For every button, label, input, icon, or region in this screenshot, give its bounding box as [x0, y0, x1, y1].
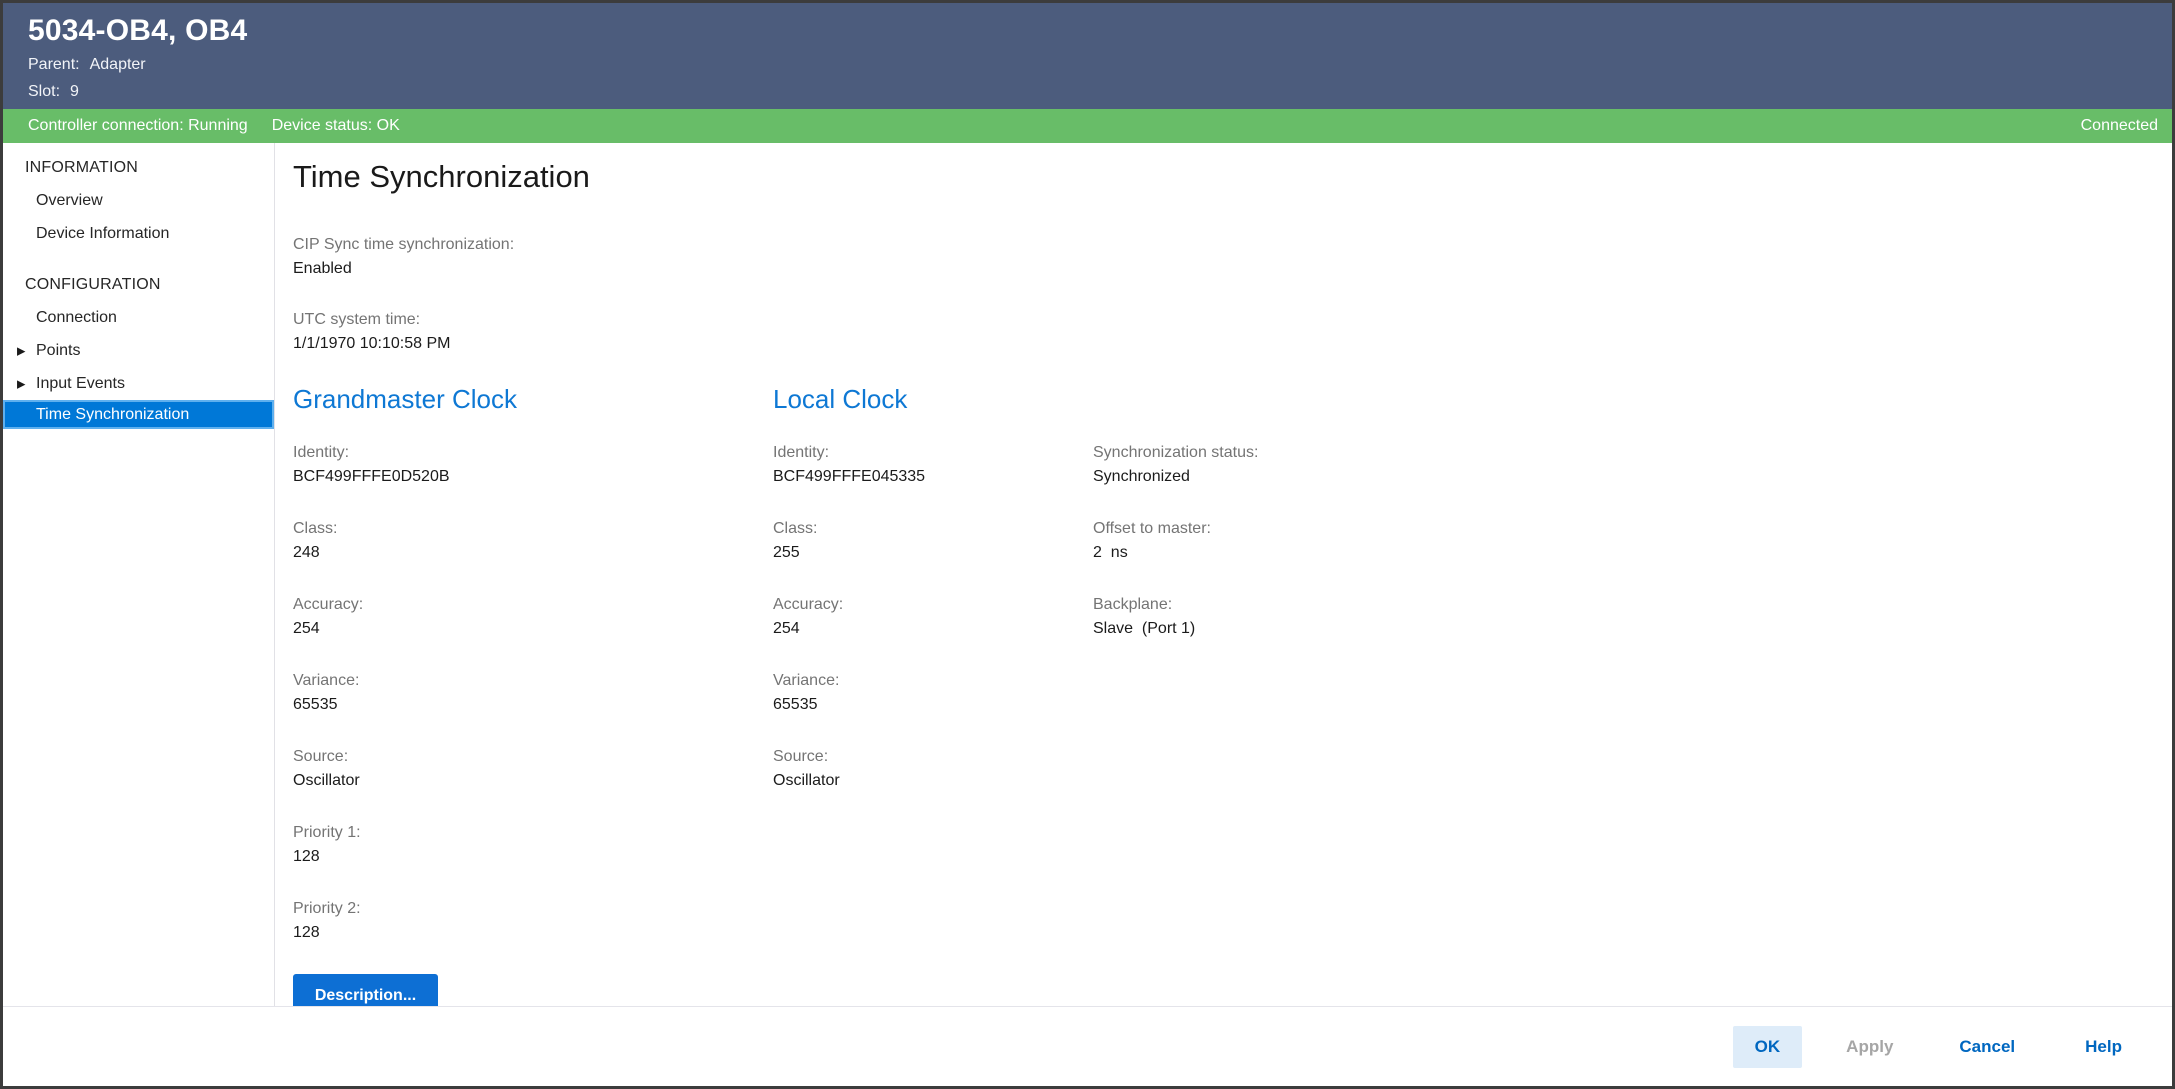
main-content: Time Synchronization CIP Sync time synch…: [275, 143, 2172, 1006]
sync-status-section: Synchronization status: Synchronized Off…: [1093, 383, 2172, 1006]
gm-variance-label: Variance:: [293, 672, 360, 689]
gm-source-value: Oscillator: [293, 772, 360, 789]
clock-columns: Grandmaster Clock Identity: BCF499FFFE0D…: [293, 383, 2172, 1006]
lc-class-field: Class: 255: [773, 517, 1093, 566]
sidebar-section-information: INFORMATION: [25, 158, 139, 176]
lc-identity-label: Identity:: [773, 444, 830, 461]
sidebar-item-label: Points: [36, 341, 81, 359]
description-button[interactable]: Description...: [293, 974, 438, 1006]
sidebar-item-time-synchronization[interactable]: Time Synchronization: [3, 400, 274, 429]
sidebar-item-device-information[interactable]: Device Information: [3, 217, 274, 250]
lc-accuracy-field: Accuracy: 254: [773, 593, 1093, 642]
gm-variance-value: 65535: [293, 696, 338, 713]
lc-source-value: Oscillator: [773, 772, 840, 789]
sidebar-section-configuration: CONFIGURATION: [25, 275, 161, 293]
lc-identity-value: BCF499FFFE045335: [773, 468, 926, 485]
gm-source-field: Source: Oscillator: [293, 745, 773, 794]
gm-priority1-value: 128: [293, 848, 320, 865]
gm-variance-field: Variance: 65535: [293, 669, 773, 718]
gm-class-field: Class: 248: [293, 517, 773, 566]
window-header: 5034-OB4, OB4 Parent: Adapter Slot: 9: [3, 3, 2172, 109]
lc-accuracy-label: Accuracy:: [773, 596, 844, 613]
cancel-button[interactable]: Cancel: [1945, 1026, 2029, 1068]
sidebar-item-overview[interactable]: Overview: [3, 184, 274, 217]
utc-time-field: UTC system time: 1/1/1970 10:10:58 PM: [293, 308, 2172, 357]
cip-sync-label: CIP Sync time synchronization:: [293, 236, 515, 253]
offset-to-master-field: Offset to master: 2 ns: [1093, 517, 2172, 566]
gm-priority1-label: Priority 1:: [293, 824, 361, 841]
sidebar-item-label: Time Synchronization: [36, 405, 190, 423]
sidebar-item-label: Device Information: [36, 224, 170, 242]
offset-to-master-label: Offset to master:: [1093, 520, 1211, 537]
general-fields: CIP Sync time synchronization: Enabled U…: [293, 233, 2172, 357]
status-bar: Controller connection: Running Device st…: [3, 109, 2172, 143]
gm-identity-field: Identity: BCF499FFFE0D520B: [293, 441, 773, 490]
help-button[interactable]: Help: [2071, 1026, 2136, 1068]
cip-sync-field: CIP Sync time synchronization: Enabled: [293, 233, 2172, 282]
device-config-window: 5034-OB4, OB4 Parent: Adapter Slot: 9 Cont…: [0, 0, 2175, 1089]
connection-state: Connected: [2080, 117, 2158, 134]
backplane-label: Backplane:: [1093, 596, 1173, 613]
device-status: Device status: OK: [271, 117, 400, 134]
sidebar-item-label: Connection: [36, 308, 117, 326]
window-body: INFORMATION Overview Device Information …: [3, 143, 2172, 1006]
sidebar-nav: INFORMATION Overview Device Information …: [3, 143, 275, 1006]
grandmaster-clock-section: Grandmaster Clock Identity: BCF499FFFE0D…: [293, 383, 773, 1006]
apply-button[interactable]: Apply: [1832, 1026, 1907, 1068]
local-clock-heading: Local Clock: [773, 384, 908, 414]
sidebar-item-label: Overview: [36, 191, 103, 209]
gm-identity-label: Identity:: [293, 444, 350, 461]
device-title: 5034-OB4, OB4: [28, 14, 248, 47]
page-title: Time Synchronization: [293, 159, 590, 194]
gm-priority1-field: Priority 1: 128: [293, 821, 773, 870]
gm-accuracy-value: 254: [293, 620, 320, 637]
sidebar-section-gap: [3, 250, 274, 268]
utc-time-label: UTC system time:: [293, 311, 421, 328]
grandmaster-clock-heading: Grandmaster Clock: [293, 384, 517, 414]
gm-accuracy-label: Accuracy:: [293, 596, 364, 613]
gm-accuracy-field: Accuracy: 254: [293, 593, 773, 642]
parent-row: Parent: Adapter: [28, 51, 2172, 78]
gm-class-value: 248: [293, 544, 320, 561]
controller-connection-status: Controller connection: Running: [28, 117, 248, 134]
utc-time-value: 1/1/1970 10:10:58 PM: [293, 335, 451, 352]
sync-status-value: Synchronized: [1093, 468, 1190, 485]
lc-variance-field: Variance: 65535: [773, 669, 1093, 718]
lc-class-value: 255: [773, 544, 800, 561]
lc-variance-value: 65535: [773, 696, 818, 713]
chevron-right-icon[interactable]: ▶: [17, 344, 25, 357]
lc-accuracy-value: 254: [773, 620, 800, 637]
sidebar-item-points[interactable]: ▶ Points: [3, 334, 274, 367]
sidebar-item-input-events[interactable]: ▶ Input Events: [3, 367, 274, 400]
chevron-right-icon[interactable]: ▶: [17, 377, 25, 390]
lc-class-label: Class:: [773, 520, 818, 537]
cip-sync-value: Enabled: [293, 260, 352, 277]
sync-status-field: Synchronization status: Synchronized: [1093, 441, 2172, 490]
lc-source-field: Source: Oscillator: [773, 745, 1093, 794]
gm-priority2-value: 128: [293, 924, 320, 941]
lc-source-label: Source:: [773, 748, 829, 765]
gm-class-label: Class:: [293, 520, 338, 537]
local-clock-section: Local Clock Identity: BCF499FFFE045335 C…: [773, 383, 1093, 1006]
gm-identity-value: BCF499FFFE0D520B: [293, 468, 450, 485]
parent-value: Adapter: [89, 56, 146, 73]
lc-identity-field: Identity: BCF499FFFE045335: [773, 441, 1093, 490]
gm-source-label: Source:: [293, 748, 349, 765]
slot-row: Slot: 9: [28, 78, 2172, 105]
parent-label: Parent:: [28, 56, 80, 73]
sidebar-item-connection[interactable]: Connection: [3, 301, 274, 334]
backplane-field: Backplane: Slave (Port 1): [1093, 593, 2172, 642]
sidebar-item-label: Input Events: [36, 374, 125, 392]
backplane-value: Slave (Port 1): [1093, 620, 1196, 637]
offset-to-master-value: 2 ns: [1093, 544, 1128, 561]
lc-variance-label: Variance:: [773, 672, 840, 689]
sync-status-label: Synchronization status:: [1093, 444, 1259, 461]
slot-label: Slot:: [28, 83, 61, 100]
gm-priority2-label: Priority 2:: [293, 900, 361, 917]
footer-bar: OK Apply Cancel Help: [3, 1006, 2172, 1086]
ok-button[interactable]: OK: [1732, 1025, 1803, 1068]
gm-priority2-field: Priority 2: 128: [293, 897, 773, 946]
slot-value: 9: [70, 83, 79, 100]
